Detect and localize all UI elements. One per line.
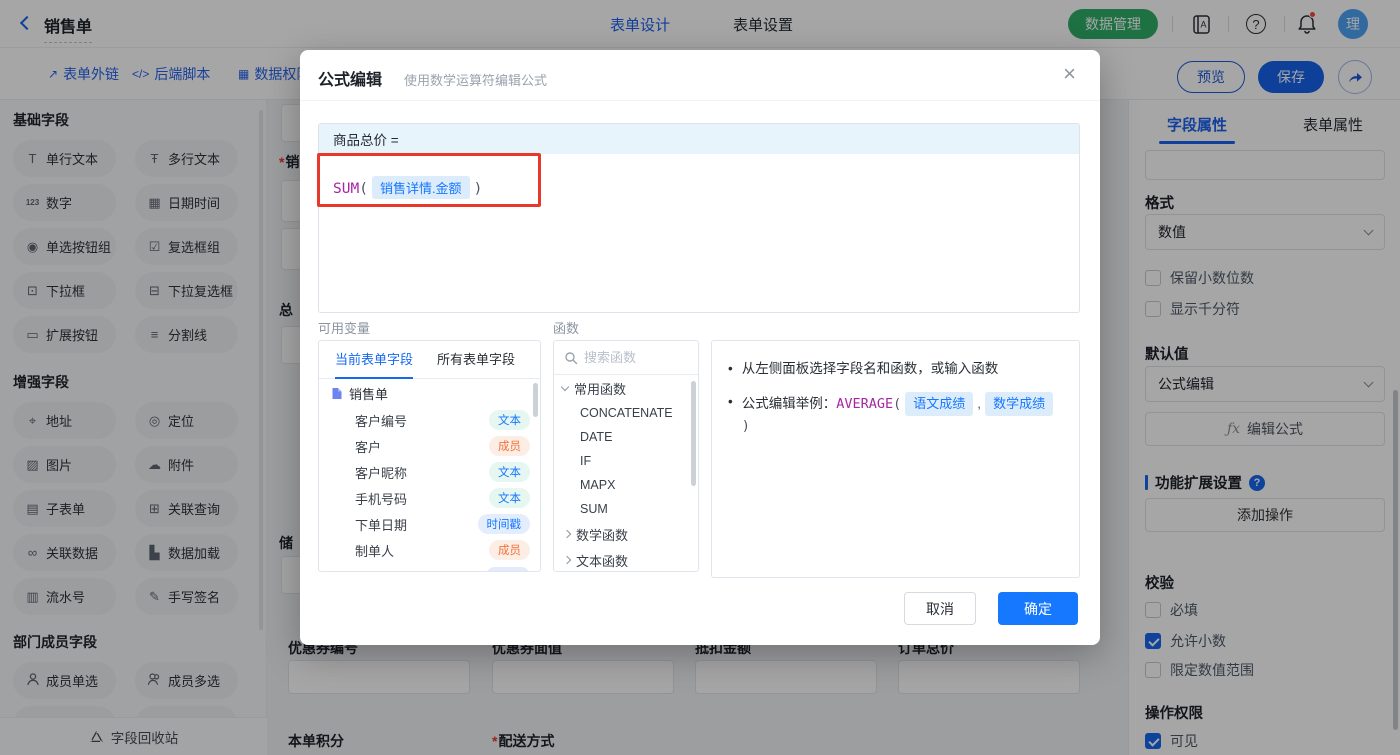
function-search[interactable] [554, 341, 698, 375]
app-window: 销售单 表单设计 表单设置 数据管理 A ? 理 ↗ 表单外链 </> 后端脚本 ▦… [0, 0, 1400, 755]
chevron-right-icon [562, 529, 572, 539]
search-icon [565, 351, 578, 364]
type-badge: 文本 [489, 462, 530, 482]
formula-expression[interactable]: SUM(销售详情.金额) [319, 154, 1079, 199]
type-badge: 时间戳 [477, 514, 530, 534]
confirm-button[interactable]: 确定 [998, 592, 1078, 625]
help-tip-2: • 公式编辑举例：AVERAGE(语文成绩, 数学成绩) [728, 391, 1063, 437]
variable-row[interactable]: 客户 成员 [319, 433, 540, 459]
close-paren: ) [473, 181, 483, 197]
tree-root-item[interactable]: 销售单 [319, 379, 540, 407]
variable-row[interactable]: 制单人 成员 [319, 537, 540, 563]
variable-row[interactable]: 客户编号 文本 [319, 407, 540, 433]
variables-tabs: 当前表单字段 所有表单字段 [319, 341, 540, 379]
functions-panel: 常用函数 CONCATENATE DATE IF MAPX SUM 数学函数 文… [553, 340, 699, 572]
variable-row[interactable]: 客户昵称 文本 [319, 459, 540, 485]
formula-editor-area[interactable]: 商品总价 = SUM(销售详情.金额) [318, 123, 1080, 313]
cancel-button[interactable]: 取消 [904, 592, 976, 625]
function-item-if[interactable]: IF [554, 449, 698, 473]
chevron-right-icon [562, 555, 572, 565]
function-group-text[interactable]: 文本函数 [554, 547, 698, 571]
tab-current-form-fields[interactable]: 当前表单字段 [335, 341, 414, 379]
modal-title: 公式编辑 [318, 72, 383, 89]
variables-label: 可用变量 [318, 321, 371, 336]
modal-header-divider [300, 100, 1100, 101]
function-item-concatenate[interactable]: CONCATENATE [554, 401, 698, 425]
function-name: SUM [333, 181, 360, 197]
function-item-mapx[interactable]: MAPX [554, 473, 698, 497]
function-group-common[interactable]: 常用函数 [554, 375, 698, 401]
variables-panel: 当前表单字段 所有表单字段 销售单 客户编号 文本 客户 成员 客户昵称 文本 手机号… [318, 340, 541, 572]
close-icon[interactable]: × [1063, 63, 1076, 85]
variables-scrollbar[interactable] [533, 383, 538, 417]
function-search-input[interactable] [584, 350, 676, 365]
example-field-token: 数学成绩 [985, 391, 1054, 417]
tab-all-form-fields[interactable]: 所有表单字段 [437, 341, 515, 379]
help-panel: • 从左侧面板选择字段名和函数，或输入函数 • 公式编辑举例：AVERAGE(语… [711, 340, 1080, 578]
bullet-icon: • [728, 393, 733, 409]
root-label: 销售单 [349, 386, 389, 402]
field-token[interactable]: 销售详情.金额 [371, 176, 470, 199]
example-function-name: AVERAGE [836, 395, 894, 412]
open-paren: ( [359, 181, 368, 197]
formula-target: 商品总价 = [319, 124, 1079, 154]
partial-badge [486, 567, 530, 571]
example-field-token: 语文成绩 [905, 391, 974, 417]
variable-row-partial [319, 563, 540, 571]
type-badge: 成员 [489, 540, 530, 560]
type-badge: 成员 [489, 436, 530, 456]
function-item-sum[interactable]: SUM [554, 497, 698, 521]
type-badge: 文本 [489, 488, 530, 508]
functions-scrollbar[interactable] [691, 381, 696, 486]
modal-subtitle: 使用数学运算符编辑公式 [404, 73, 548, 88]
variable-row[interactable]: 下单日期 时间戳 [319, 511, 540, 537]
variable-row[interactable]: 手机号码 文本 [319, 485, 540, 511]
chevron-down-icon [560, 382, 570, 391]
document-icon [332, 387, 342, 399]
function-group-math[interactable]: 数学函数 [554, 521, 698, 547]
function-item-date[interactable]: DATE [554, 425, 698, 449]
type-badge: 文本 [489, 410, 530, 430]
formula-editor-modal: 公式编辑 使用数学运算符编辑公式 × 商品总价 = SUM(销售详情.金额) 可… [300, 50, 1100, 645]
functions-label: 函数 [553, 321, 580, 336]
bullet-icon: • [728, 361, 733, 376]
help-tip-1: • 从左侧面板选择字段名和函数，或输入函数 [728, 359, 1063, 380]
